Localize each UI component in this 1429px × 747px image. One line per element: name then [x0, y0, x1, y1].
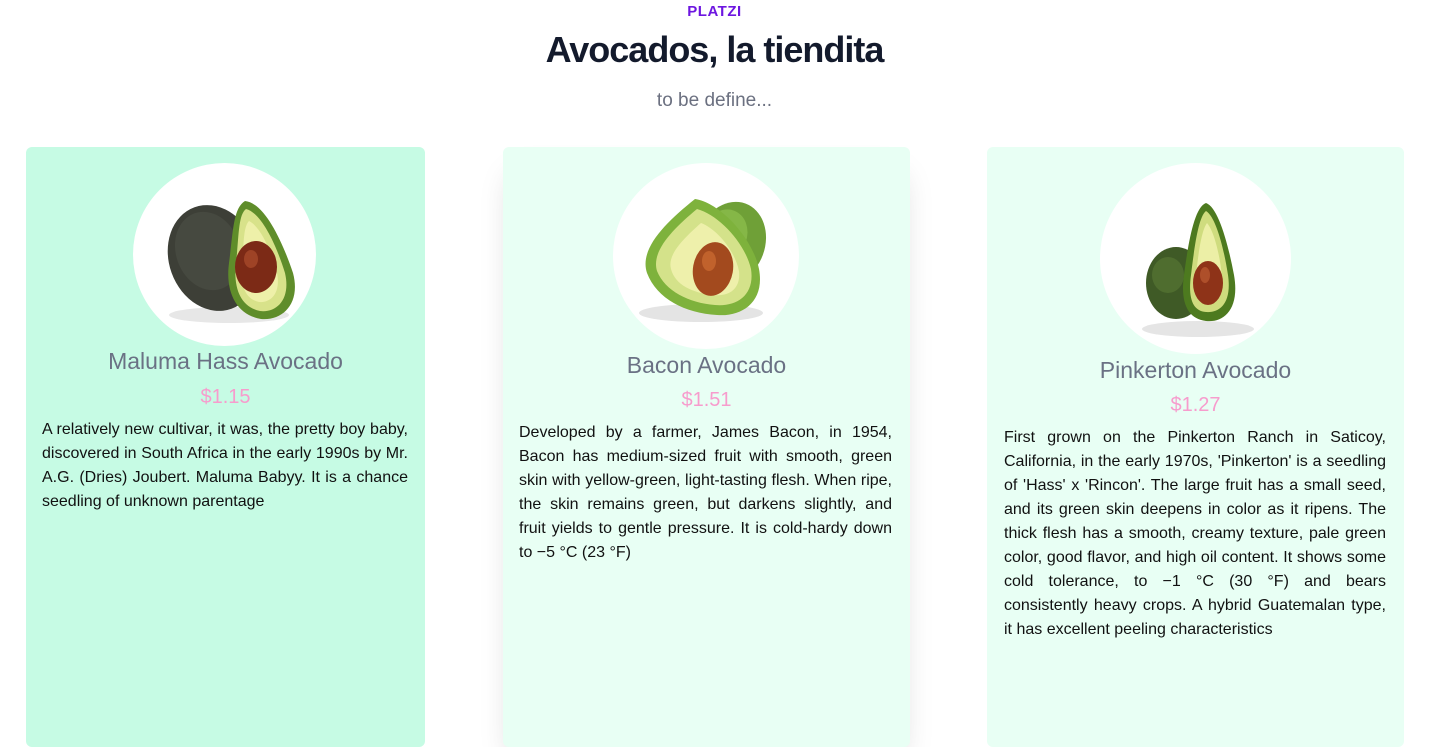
product-card-bacon[interactable]: Bacon Avocado $1.51 Developed by a farme… — [503, 147, 910, 747]
page-subtitle: to be define... — [656, 90, 773, 111]
product-description: First grown on the Pinkerton Ranch in Sa… — [1004, 429, 1386, 638]
page-title: Avocados, la tiendita — [545, 29, 885, 70]
avocado-bacon-icon — [613, 163, 799, 349]
avocado-pinkerton-icon — [1100, 163, 1291, 354]
product-description: A relatively new cultivar, it was, the p… — [42, 421, 408, 510]
product-price: $1.15 — [200, 386, 251, 408]
product-card-maluma-hass[interactable]: Maluma Hass Avocado $1.15 A relatively n… — [26, 147, 425, 747]
brand-label: PLATZI — [687, 3, 742, 20]
product-description: Developed by a farmer, James Bacon, in 1… — [519, 424, 892, 561]
product-name: Bacon Avocado — [626, 352, 787, 378]
avocado-hass-icon — [133, 163, 316, 346]
product-name: Pinkerton Avocado — [1099, 357, 1292, 383]
product-card-pinkerton[interactable]: Pinkerton Avocado $1.27 First grown on t… — [987, 147, 1404, 747]
product-price: $1.51 — [681, 389, 732, 411]
product-price: $1.27 — [1170, 394, 1221, 416]
product-name: Maluma Hass Avocado — [108, 348, 343, 374]
